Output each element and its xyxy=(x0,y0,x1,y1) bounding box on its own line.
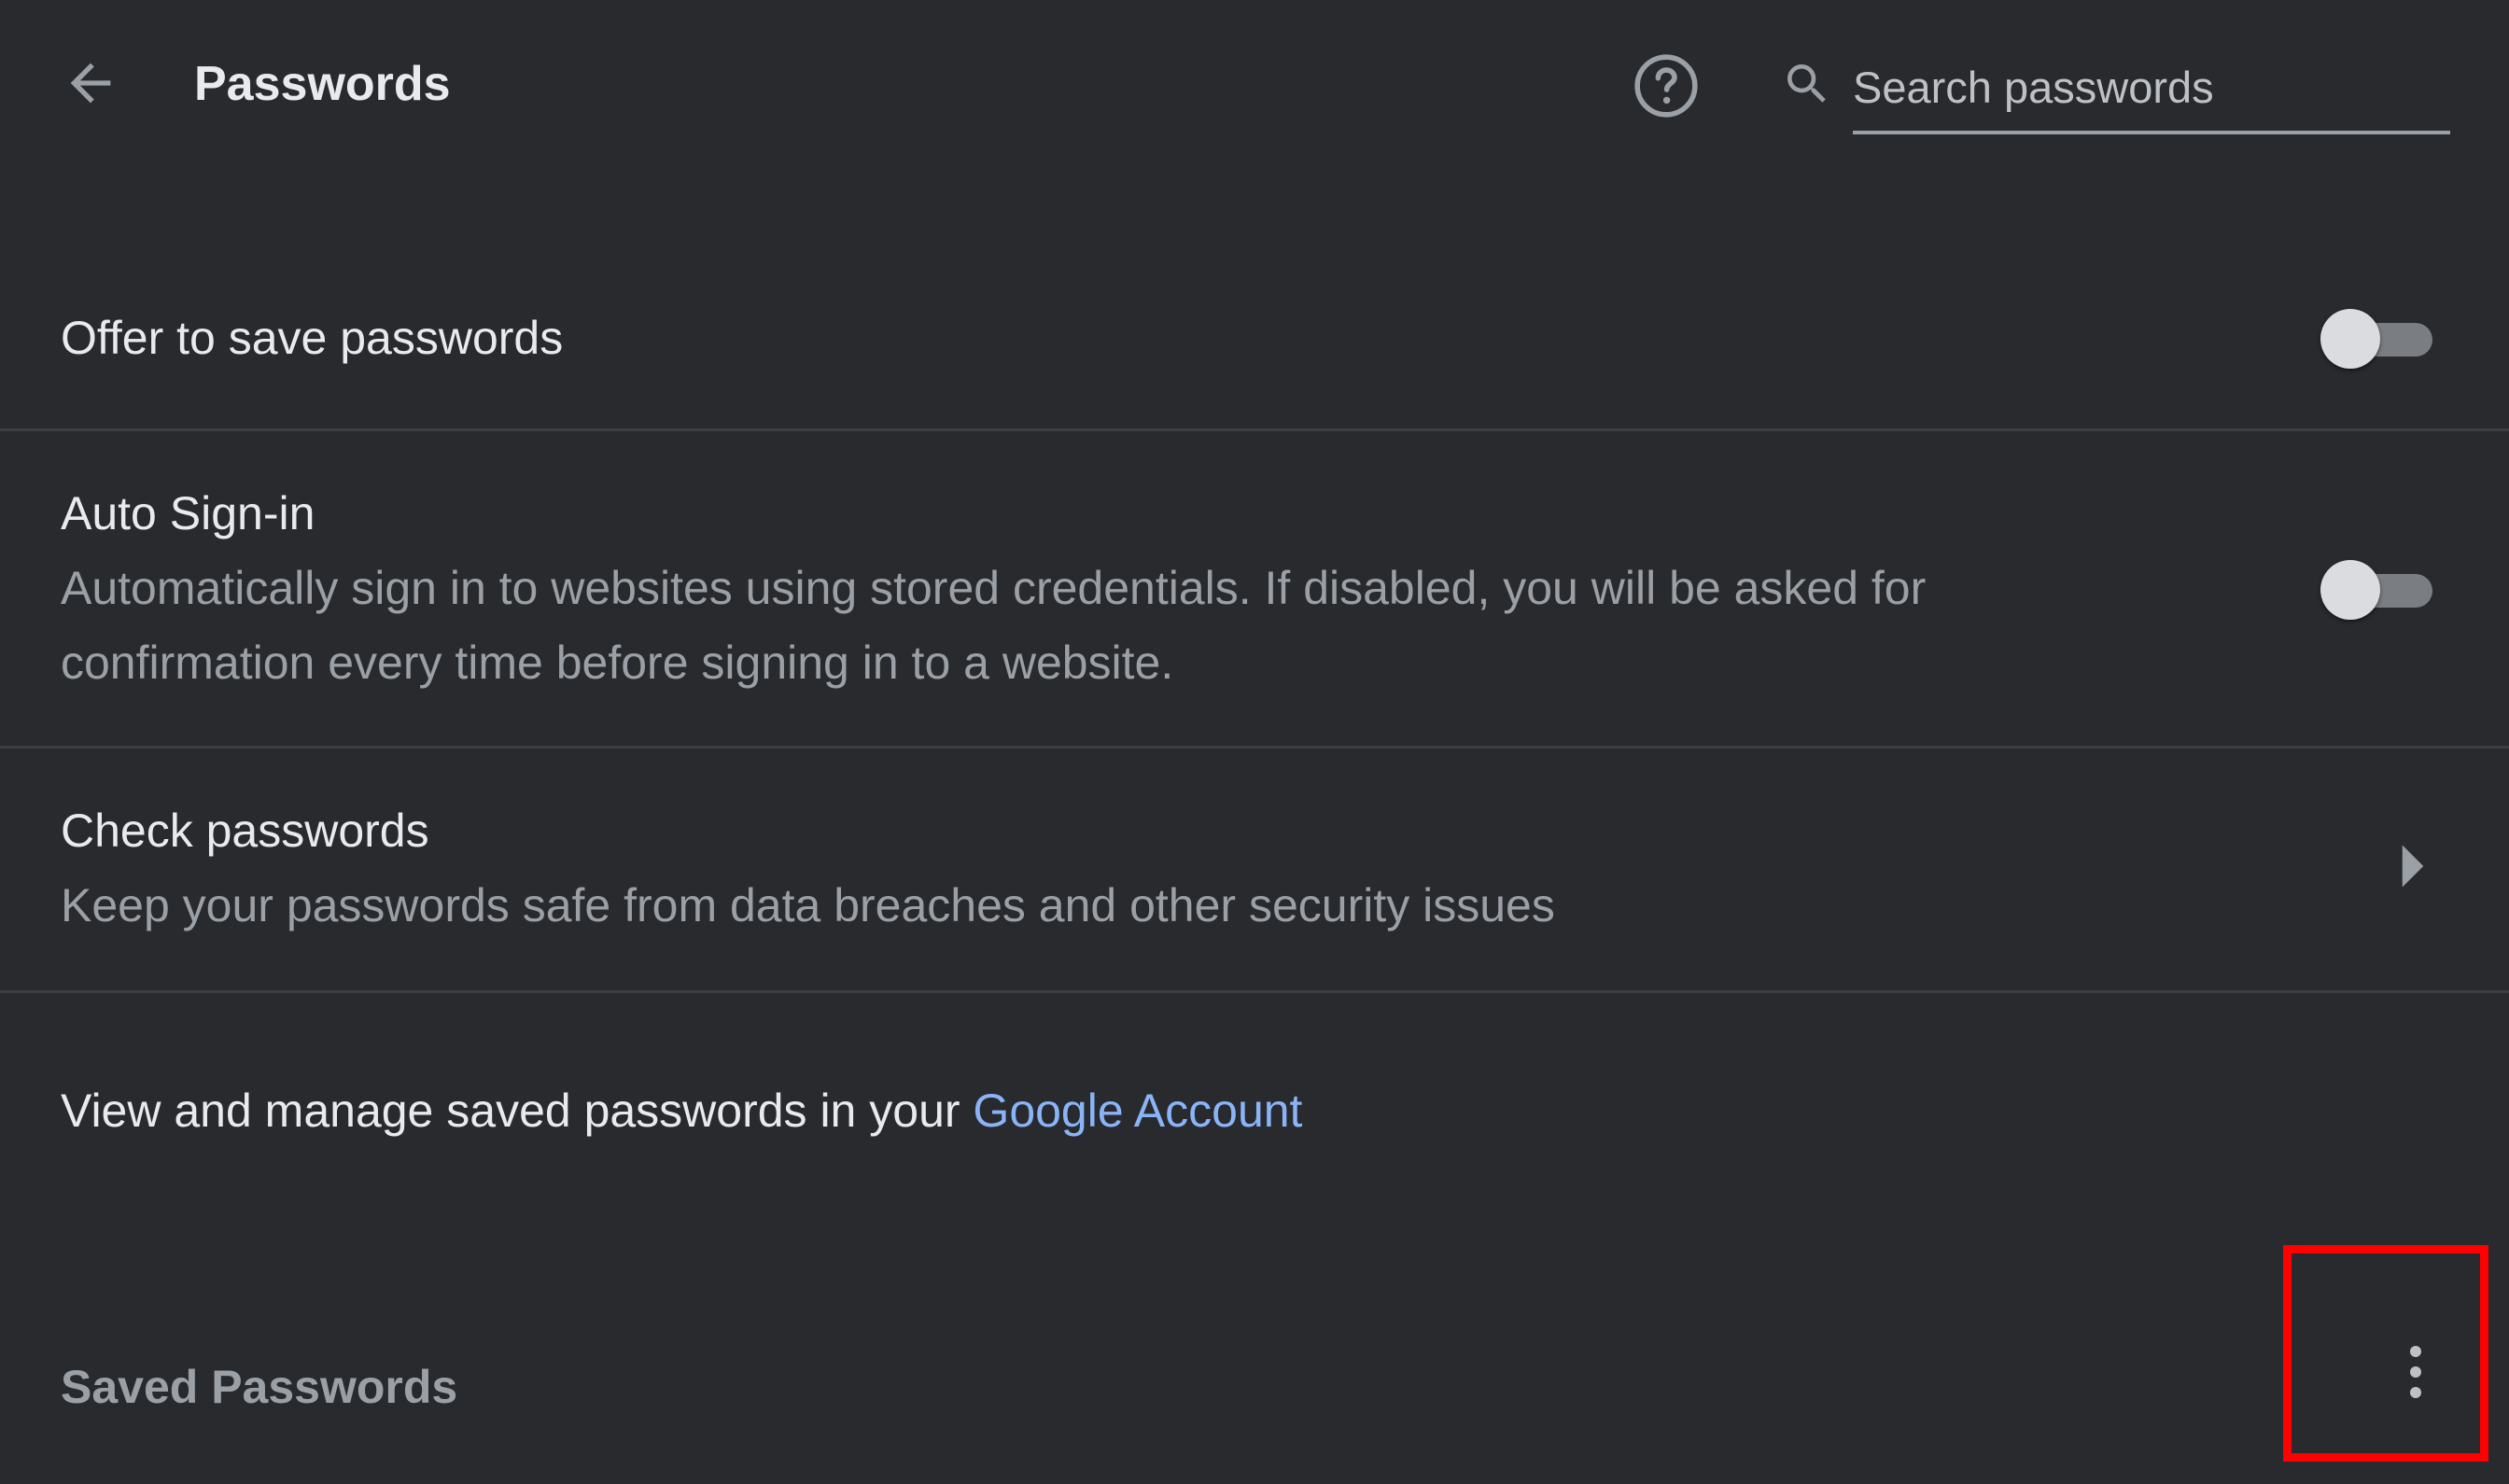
saved-passwords-title: Saved Passwords xyxy=(61,1361,458,1413)
search-icon[interactable] xyxy=(1781,58,1833,110)
search-underline xyxy=(1853,131,2450,134)
check-passwords-row[interactable]: Check passwords Keep your passwords safe… xyxy=(0,749,2509,991)
auto-sign-in-toggle[interactable] xyxy=(2320,559,2436,621)
search-box xyxy=(1773,37,2453,135)
google-account-text: View and manage saved passwords in your … xyxy=(61,1083,1302,1139)
more-vert-icon xyxy=(2410,1346,2421,1398)
offer-to-save-row: Offer to save passwords xyxy=(0,280,2509,429)
page-title: Passwords xyxy=(194,57,451,111)
check-passwords-label: Check passwords xyxy=(61,805,429,857)
auto-sign-in-row: Auto Sign-in Automatically sign in to we… xyxy=(0,431,2509,747)
offer-to-save-label: Offer to save passwords xyxy=(61,312,564,364)
google-account-link[interactable]: Google Account xyxy=(973,1085,1302,1137)
chevron-right-icon[interactable] xyxy=(2394,838,2432,894)
back-button[interactable] xyxy=(49,41,133,125)
google-account-row: View and manage saved passwords in your … xyxy=(0,1055,2509,1167)
toggle-knob xyxy=(2320,560,2380,620)
offer-to-save-toggle[interactable] xyxy=(2320,308,2436,370)
search-input[interactable] xyxy=(1853,54,2450,119)
help-button[interactable] xyxy=(1619,49,1713,123)
check-passwords-description: Keep your passwords safe from data breac… xyxy=(61,879,1555,931)
arrow-back-icon xyxy=(70,63,111,104)
more-actions-button[interactable] xyxy=(2378,1335,2453,1409)
google-account-prefix: View and manage saved passwords in your xyxy=(61,1085,974,1137)
help-circle-icon xyxy=(1634,54,1698,118)
auto-sign-in-description: Automatically sign in to websites using … xyxy=(61,562,1927,689)
toggle-knob xyxy=(2320,309,2380,369)
auto-sign-in-label: Auto Sign-in xyxy=(61,487,315,539)
passwords-page: Passwords Offer to save passwords Auto S… xyxy=(0,0,2509,1484)
header: Passwords xyxy=(0,0,2509,177)
divider xyxy=(0,990,2509,993)
